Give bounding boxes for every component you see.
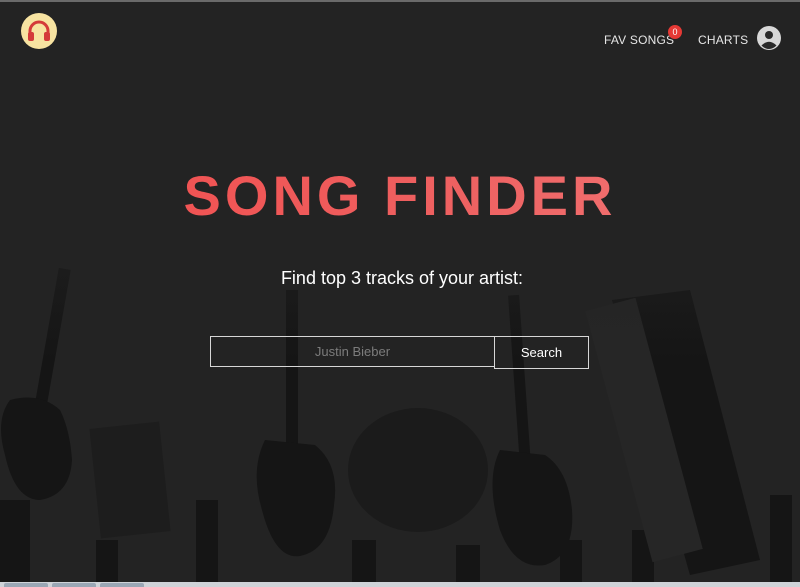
page-subtitle: Find top 3 tracks of your artist: (280, 268, 524, 288)
search-button[interactable]: Search (494, 336, 589, 369)
nav-fav-songs-link[interactable]: FAV SONGS (604, 33, 674, 47)
page-title: SONG FINDER (0, 163, 800, 228)
headphones-icon (28, 20, 50, 41)
nav-charts-link[interactable]: CHARTS (698, 33, 748, 47)
fav-count-badge: 0 (668, 25, 682, 39)
taskbar-item[interactable] (4, 583, 48, 587)
artist-search-input[interactable] (210, 336, 495, 367)
search-form: Search (210, 336, 589, 369)
taskbar-item[interactable] (52, 583, 96, 587)
headphones-logo[interactable] (21, 13, 57, 49)
taskbar-item[interactable] (100, 583, 144, 587)
instruments-background-image (0, 180, 800, 587)
user-account-icon[interactable] (757, 26, 781, 50)
os-taskbar (0, 582, 800, 587)
